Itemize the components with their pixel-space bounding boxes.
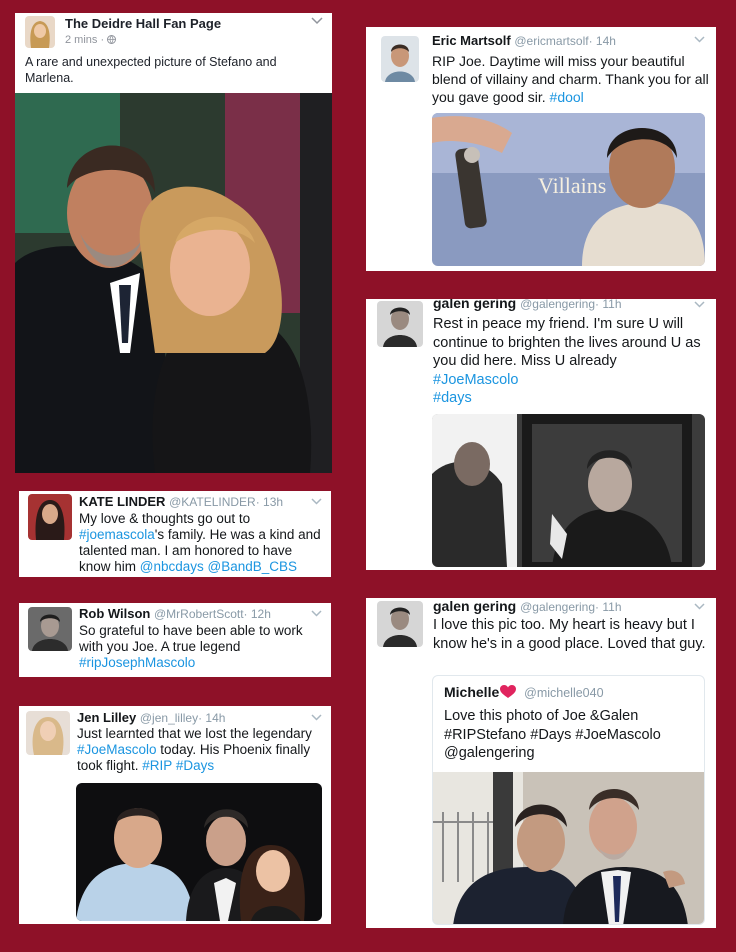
hashtag-link[interactable]: #ripJosephMascolo: [79, 655, 327, 671]
tweet-card-eric: Eric Martsolf @ericmartsolf· 14h RIP Joe…: [366, 27, 716, 271]
chevron-down-icon[interactable]: [311, 17, 323, 25]
chevron-down-icon[interactable]: [694, 301, 705, 308]
tweet-card-kate: KATE LINDER @KATELINDER· 13h My love & t…: [19, 491, 331, 577]
hashtag-link[interactable]: #Days: [176, 758, 214, 773]
tweet-text: So grateful to have been able to work wi…: [79, 623, 327, 671]
page-avatar[interactable]: [25, 16, 55, 48]
hashtag-link[interactable]: #joemascola: [79, 527, 155, 542]
author-name[interactable]: galen gering: [433, 598, 516, 614]
author-name[interactable]: KATE LINDER: [79, 494, 165, 509]
avatar[interactable]: [28, 607, 72, 651]
mention-link[interactable]: @nbcdays: [140, 559, 204, 574]
quote-author-handle[interactable]: @michelle040: [524, 686, 603, 700]
quote-author-name[interactable]: Michelle: [444, 684, 499, 700]
chevron-down-icon[interactable]: [311, 714, 322, 721]
author-handle[interactable]: @galengering: [520, 600, 595, 614]
image-label: Villains: [538, 173, 607, 198]
tweet-photo[interactable]: [432, 414, 705, 567]
tweet-header: Jen Lilley @jen_lilley· 14h: [77, 710, 225, 725]
tweet-header: galen gering @galengering· 11h: [433, 598, 622, 614]
author-name[interactable]: galen gering: [433, 299, 516, 311]
hashtag-link[interactable]: #JoeMascolo: [433, 371, 711, 390]
post-time[interactable]: 2 mins: [65, 34, 97, 46]
tweet-text: My love & thoughts go out to #joemascola…: [79, 511, 327, 575]
tweet-text: RIP Joe. Daytime will miss your beautifu…: [432, 52, 710, 106]
avatar[interactable]: [26, 711, 70, 755]
tweet-time[interactable]: · 12h: [244, 607, 271, 621]
author-handle[interactable]: @KATELINDER: [169, 495, 256, 509]
post-caption: A rare and unexpected picture of Stefano…: [25, 55, 277, 85]
tweet-time[interactable]: · 13h: [256, 495, 283, 509]
author-name[interactable]: Jen Lilley: [77, 710, 136, 725]
tweet-time[interactable]: · 14h: [589, 34, 616, 48]
separator: ·: [97, 34, 108, 46]
tweet-card-galen-2: galen gering @galengering· 11h I love th…: [366, 598, 716, 928]
avatar[interactable]: [377, 601, 423, 647]
globe-icon: [107, 35, 117, 44]
author-name[interactable]: Eric Martsolf: [432, 33, 511, 48]
tweet-time[interactable]: · 11h: [595, 299, 621, 311]
hashtag-link[interactable]: #RIP: [142, 758, 172, 773]
tweet-body: So grateful to have been able to work wi…: [79, 623, 303, 654]
chevron-down-icon[interactable]: [694, 603, 705, 610]
heart-icon: [500, 685, 517, 699]
tweet-header: Eric Martsolf @ericmartsolf· 14h: [432, 33, 616, 48]
page-name[interactable]: The Deidre Hall Fan Page: [65, 16, 221, 31]
facebook-post-card: The Deidre Hall Fan Page 2 mins · A rare…: [15, 13, 332, 473]
tweet-time[interactable]: · 14h: [198, 711, 225, 725]
tweet-photo[interactable]: [76, 783, 322, 921]
post-photo[interactable]: [15, 93, 332, 473]
quote-header: Michelle @michelle040: [444, 684, 604, 700]
tweet-body-1: Just learnted that we lost the legendary: [77, 726, 312, 741]
tweet-card-rob: Rob Wilson @MrRobertScott· 12h So gratef…: [19, 603, 331, 677]
author-handle[interactable]: @jen_lilley: [140, 711, 198, 725]
chevron-down-icon[interactable]: [311, 498, 322, 505]
tweet-header: galen gering @galengering· 11h: [433, 299, 622, 311]
chevron-down-icon[interactable]: [694, 36, 705, 43]
author-handle[interactable]: @galengering: [520, 299, 595, 311]
quote-photo[interactable]: [433, 772, 704, 924]
hashtag-link[interactable]: #JoeMascolo: [77, 742, 157, 757]
tweet-card-galen-1: galen gering @galengering· 11h Rest in p…: [366, 299, 716, 570]
tweet-body-1: My love & thoughts go out to: [79, 511, 251, 526]
author-name[interactable]: Rob Wilson: [79, 606, 150, 621]
tweet-text: Rest in peace my friend. I'm sure U will…: [433, 315, 711, 408]
mention-link[interactable]: @BandB_CBS: [208, 559, 298, 574]
tweet-card-jen: Jen Lilley @jen_lilley· 14h Just learnte…: [19, 706, 331, 924]
tweet-time[interactable]: · 11h: [595, 600, 621, 614]
quote-text: Love this photo of Joe &Galen #RIPStefan…: [444, 708, 661, 761]
tweet-photo[interactable]: Villains: [432, 113, 705, 266]
quoted-tweet[interactable]: Michelle @michelle040 Love this photo of…: [432, 675, 705, 925]
avatar[interactable]: [377, 301, 423, 347]
tweet-text: Just learnted that we lost the legendary…: [77, 726, 325, 774]
hashtag-link[interactable]: #days: [433, 389, 711, 408]
avatar[interactable]: [28, 494, 72, 540]
chevron-down-icon[interactable]: [311, 610, 322, 617]
hashtag-link[interactable]: #dool: [550, 89, 584, 105]
tweet-text: I love this pic too. My heart is heavy b…: [433, 617, 706, 652]
post-meta: 2 mins ·: [65, 34, 117, 46]
tweet-header: Rob Wilson @MrRobertScott· 12h: [79, 606, 271, 621]
avatar[interactable]: [381, 36, 419, 82]
author-handle[interactable]: @ericmartsolf: [514, 34, 588, 48]
author-handle[interactable]: @MrRobertScott: [154, 607, 244, 621]
tweet-body: Rest in peace my friend. I'm sure U will…: [433, 316, 701, 369]
tweet-header: KATE LINDER @KATELINDER· 13h: [79, 494, 283, 509]
